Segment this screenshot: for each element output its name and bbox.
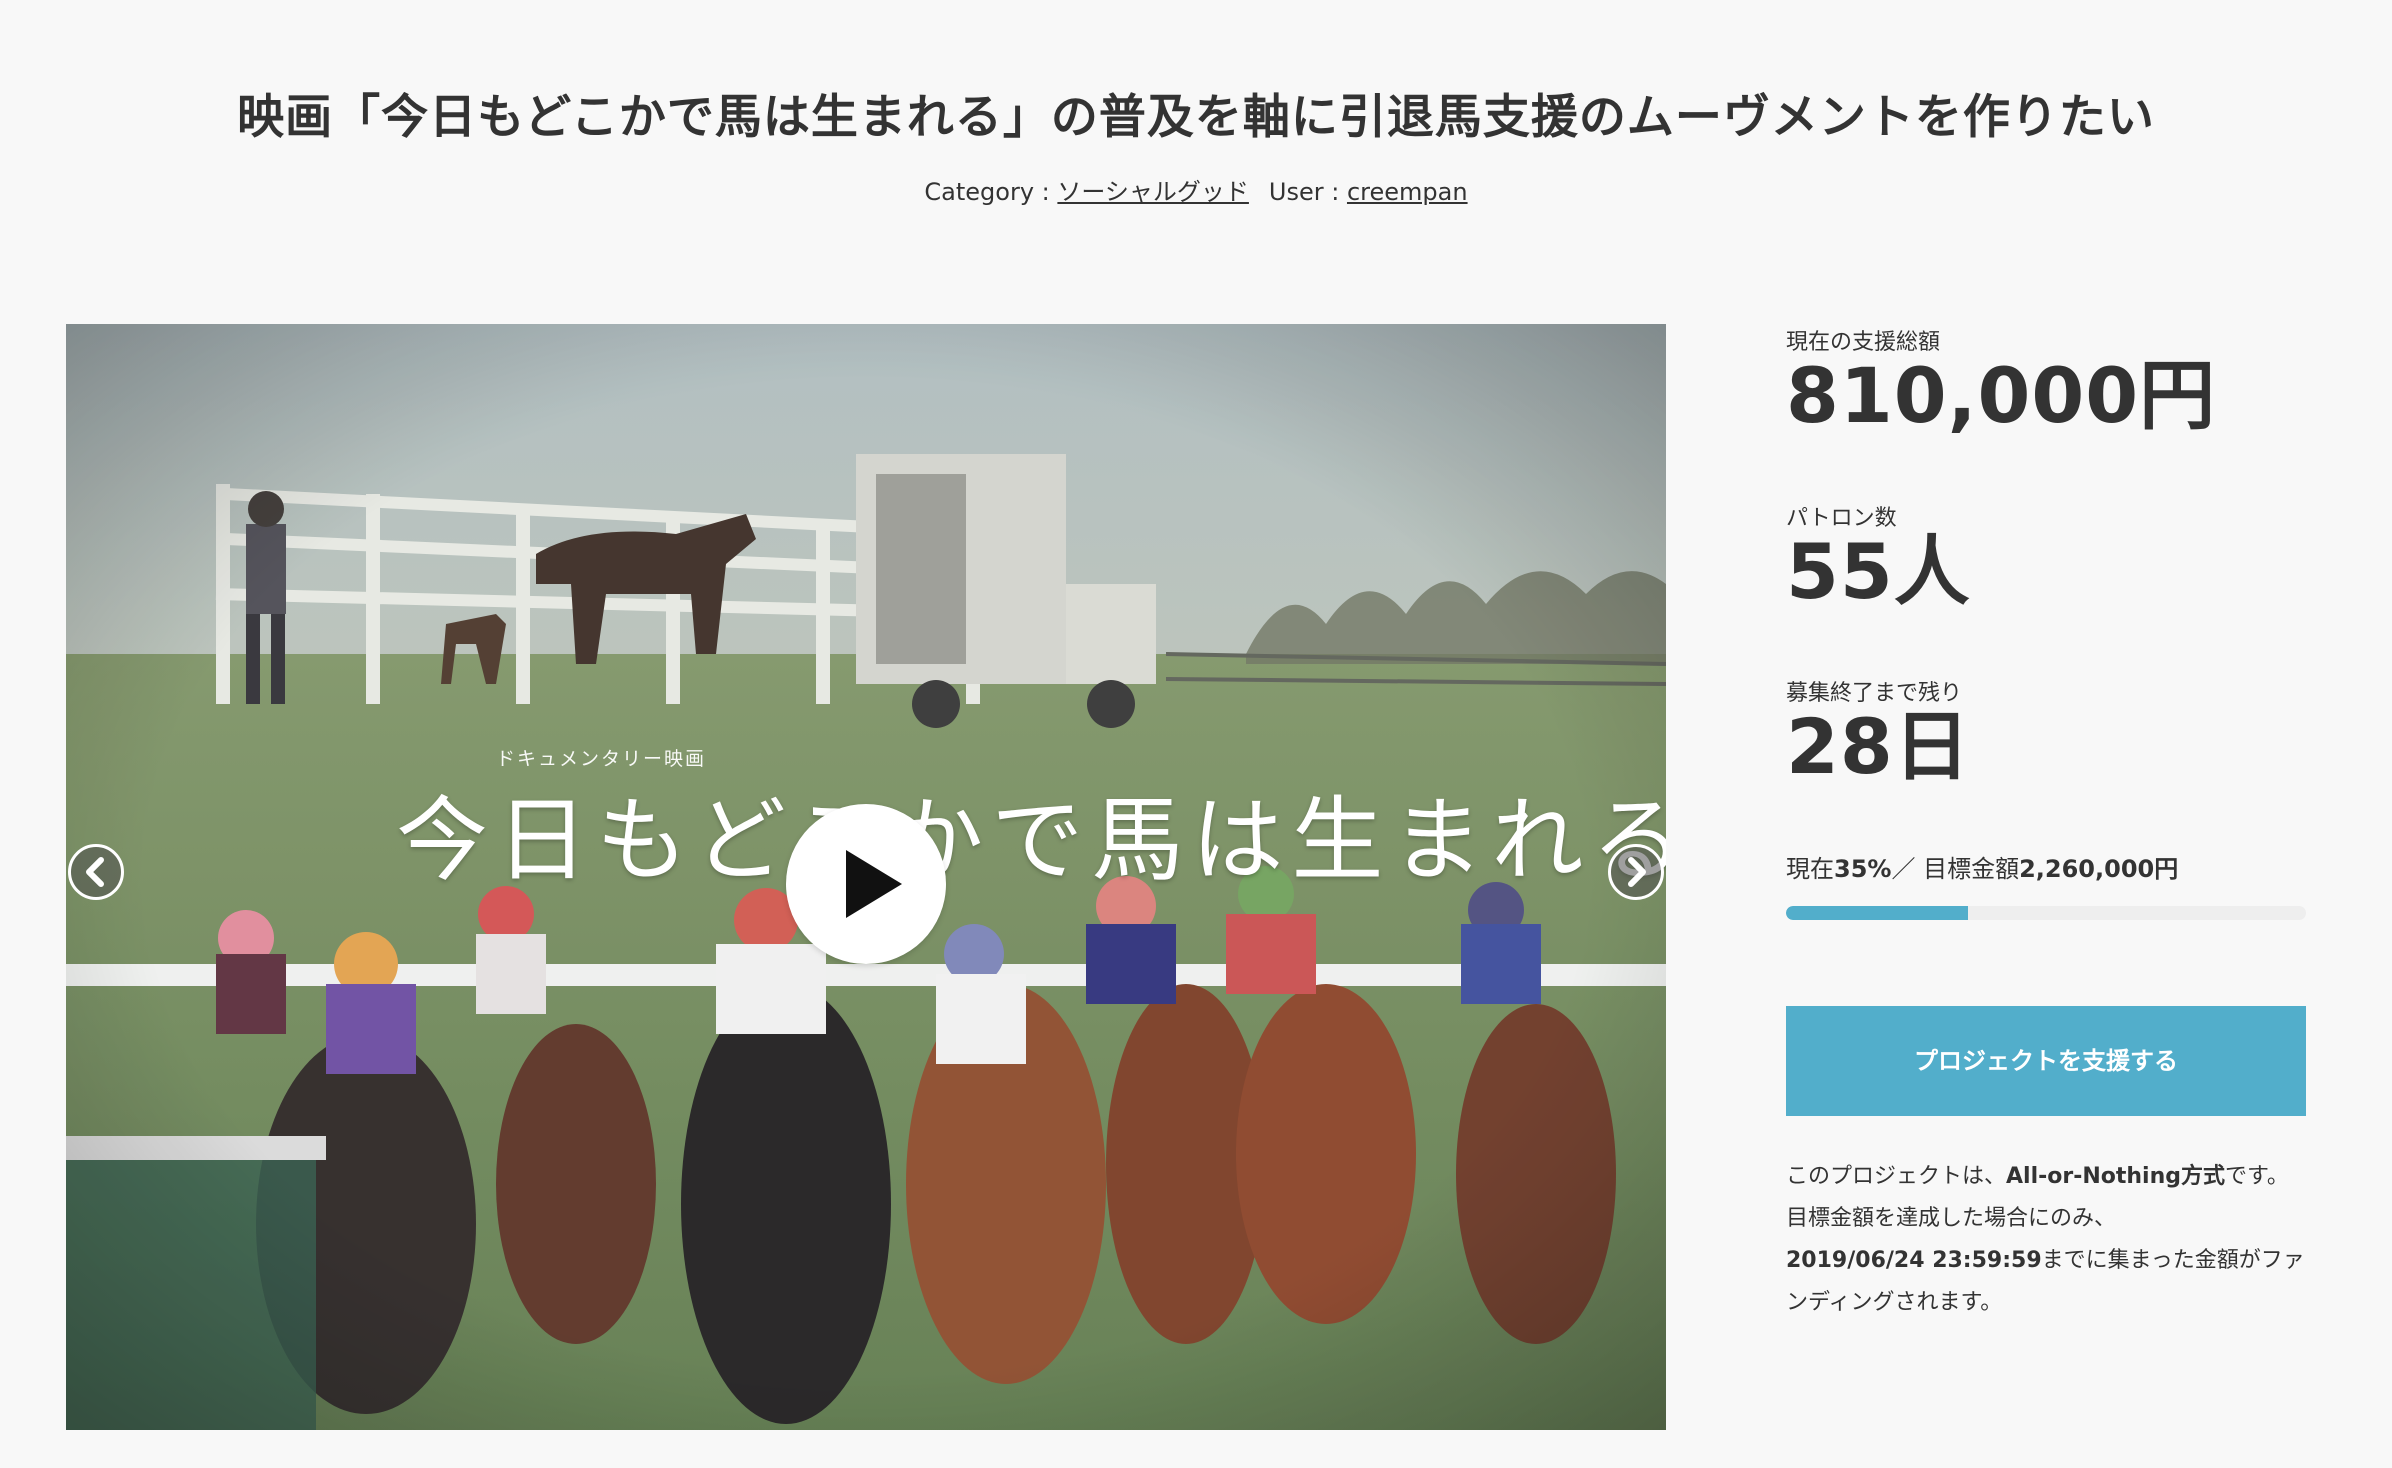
note-deadline: 2019/06/24 23:59:59 (1786, 1247, 2042, 1273)
play-button[interactable] (786, 804, 946, 964)
progress-bar-fill (1786, 905, 1968, 920)
progress-percent: 35% (1834, 854, 1892, 883)
note-line2: 目標金額を達成した場合にのみ、 (1786, 1205, 2117, 1231)
play-icon (846, 850, 902, 918)
days-remaining-value: 28日 (1786, 702, 1971, 792)
progress-summary: 現在35%／ 目標金額2,260,000円 (1786, 849, 2306, 884)
patron-count-value: 55人 (1786, 526, 1971, 616)
progress-prefix: 現在 (1786, 854, 1834, 883)
chevron-left-icon (86, 857, 104, 887)
carousel-next-button[interactable] (1608, 844, 1664, 900)
user-label: User : (1268, 178, 1347, 206)
chevron-right-icon (1628, 857, 1646, 887)
film-title: 今日もどこかで馬は生まれる (396, 787, 1666, 894)
support-project-button[interactable]: プロジェクトを支援する (1786, 1005, 2306, 1116)
total-funding: 現在の支援総額 810,000円 (1786, 324, 2306, 438)
total-funding-value: 810,000円 (1786, 351, 2217, 440)
total-funding-label: 現在の支援総額 (1786, 330, 1941, 355)
progress-separator: ／ 目標金額 (1891, 854, 2020, 883)
category-link[interactable]: ソーシャルグッド (1057, 178, 1249, 206)
patron-count-label: パトロン数 (1786, 505, 1897, 531)
days-remaining: 募集終了まで残り 28日 (1786, 675, 2306, 789)
progress-bar (1786, 905, 2306, 920)
note-line1-c: です。 (2225, 1163, 2289, 1189)
video-player[interactable]: ドキュメンタリー映画 今日もどこかで馬は生まれる (66, 324, 1666, 1430)
days-remaining-label: 募集終了まで残り (1786, 681, 1963, 707)
all-or-nothing-note: このプロジェクトは、All-or-Nothing方式です。 目標金額を達成した場… (1786, 1156, 2306, 1324)
funding-panel: 現在の支援総額 810,000円 パトロン数 55人 募集終了まで残り 28日 … (1786, 324, 2306, 1324)
category-label: Category : (924, 178, 1058, 206)
page-title: 映画「今日もどこかで馬は生まれる」の普及を軸に引退馬支援のムーヴメントを作りたい (237, 90, 2155, 145)
note-line1-b: All-or-Nothing方式 (2006, 1163, 2226, 1189)
user-link[interactable]: creempan (1347, 178, 1468, 206)
progress-goal: 2,260,000円 (2019, 854, 2179, 883)
note-line1-a: このプロジェクトは、 (1786, 1163, 2007, 1189)
project-meta: Category : ソーシャルグッド User : creempan (0, 172, 2392, 207)
carousel-prev-button[interactable] (68, 844, 124, 900)
patron-count: パトロン数 55人 (1786, 500, 2306, 614)
